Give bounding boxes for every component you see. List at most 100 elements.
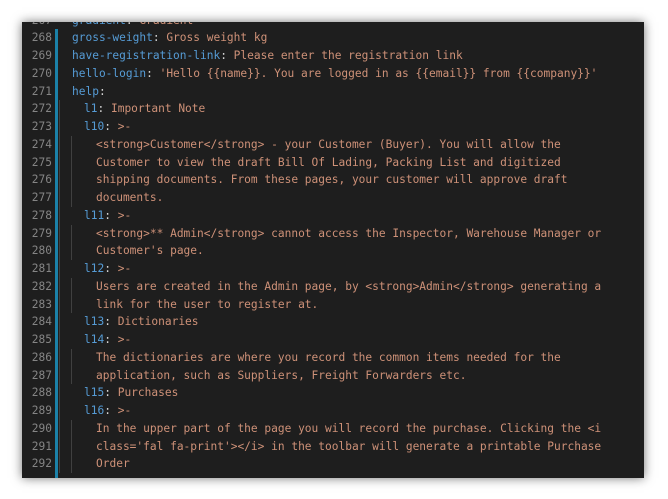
code-line[interactable]: 275 Customer to view the draft Bill Of La…	[22, 153, 644, 172]
yaml-value: >-	[117, 333, 132, 346]
code-line[interactable]: 280 Customer's page.	[22, 242, 644, 260]
line-number: 269	[31, 49, 52, 62]
line-number: 290	[31, 421, 52, 435]
code-text: l12: >-	[84, 260, 131, 278]
yaml-key: gross-weight	[72, 31, 153, 45]
yaml-key: l1	[84, 102, 98, 116]
line-number: 284	[31, 315, 52, 329]
indent-guide	[71, 189, 72, 207]
code-editor[interactable]: 267 gradient: Gradient 268 gross-weight: Gr…	[22, 22, 644, 478]
colon: :	[220, 49, 234, 62]
yaml-string: Users are created in the Admin page, by …	[96, 279, 602, 293]
code-text: The dictionaries are where you record th…	[96, 349, 561, 367]
code-line[interactable]: 284 l13: Dictionaries	[22, 313, 644, 331]
code-line[interactable]: 281 l12: >-	[22, 260, 644, 278]
yaml-value: >-	[117, 120, 132, 133]
indent-guide	[71, 295, 72, 314]
line-number: 273	[31, 120, 52, 133]
colon: :	[104, 262, 118, 275]
code-line[interactable]: 272 l1: Important Note	[22, 100, 644, 118]
yaml-key: l12	[84, 262, 105, 275]
yaml-key: l14	[84, 333, 105, 346]
code-line[interactable]: 288 l15: Purchases	[22, 384, 644, 402]
line-number: 286	[31, 350, 52, 364]
line-number: 276	[31, 173, 52, 187]
code-line[interactable]: 291 class='fal fa-print'></i> in the tool…	[22, 437, 644, 456]
code-text: l10: >-	[84, 118, 131, 136]
indent-guide	[71, 242, 72, 260]
indent-guide	[59, 313, 60, 331]
code-text: shipping documents. From these pages, yo…	[96, 171, 567, 189]
code-line[interactable]: 277 documents.	[22, 189, 644, 207]
indent-guide	[59, 189, 60, 207]
code-line[interactable]: 274 <strong>Customer</strong> - your Cust…	[22, 135, 644, 154]
yaml-string: Order	[96, 457, 130, 471]
code-line[interactable]: 278 l11: >-	[22, 206, 644, 225]
colon: :	[146, 66, 160, 80]
code-text: Customer to view the draft Bill Of Ladin…	[96, 154, 561, 172]
code-text: help:	[72, 83, 106, 101]
line-number: 285	[31, 333, 52, 346]
line-number: 280	[31, 244, 52, 258]
colon: :	[104, 120, 118, 133]
yaml-string: <strong>Customer</strong> - your Custome…	[96, 137, 561, 151]
code-text: class='fal fa-print'></i> in the toolbar…	[96, 438, 601, 456]
indent-guide	[59, 437, 60, 456]
code-text: l1: Important Note	[84, 100, 205, 118]
yaml-value: >-	[117, 404, 132, 417]
line-number: 282	[31, 279, 52, 293]
indent-guide	[59, 295, 60, 314]
code-line[interactable]: 289 l16: >-	[22, 402, 644, 420]
indent-guide	[59, 402, 60, 420]
code-line[interactable]: 273 l10: >-	[22, 118, 644, 136]
line-number: 278	[31, 208, 52, 222]
code-line[interactable]: 271 help:	[22, 83, 644, 101]
code-text: documents.	[96, 189, 163, 207]
indent-guide	[59, 260, 60, 278]
code-line[interactable]: 282 Users are created in the Admin page, …	[22, 277, 644, 296]
line-number: 277	[31, 191, 52, 204]
indent-guide	[59, 224, 60, 243]
colon: :	[152, 31, 167, 45]
indent-guide	[71, 153, 72, 172]
code-line[interactable]: 287 application, such as Suppliers, Freig…	[22, 366, 644, 385]
code-line[interactable]: 292 Order	[22, 455, 644, 473]
code-line[interactable]: 285 l14: >-	[22, 331, 644, 349]
code-line[interactable]: 283 link for the user to register at.	[22, 295, 644, 314]
indent-guide	[59, 384, 60, 402]
yaml-string: The dictionaries are where you record th…	[96, 350, 561, 364]
colon: :	[126, 22, 139, 27]
yaml-value: Purchases	[117, 386, 179, 400]
code-line[interactable]: 270 hello-login: 'Hello {{name}}. You are…	[22, 65, 644, 83]
code-text: hello-login: 'Hello {{name}}. You are lo…	[72, 65, 597, 83]
line-number: 279	[31, 226, 52, 240]
code-text: <strong>Customer</strong> - your Custome…	[96, 136, 561, 154]
code-line[interactable]: 290 In the upper part of the page you wil…	[22, 419, 644, 438]
code-text: In the upper part of the page you will r…	[96, 420, 601, 438]
code-line[interactable]: 276 shipping documents. From these pages,…	[22, 171, 644, 189]
indent-guide	[71, 366, 72, 385]
line-number: 291	[31, 439, 52, 453]
indent-guide	[71, 419, 72, 438]
yaml-key: gradient	[72, 22, 126, 27]
yaml-key: l10	[84, 120, 105, 133]
code-text: <strong>** Admin</strong> cannot access …	[96, 225, 601, 243]
code-line[interactable]: 286 The dictionaries are where you record…	[22, 348, 644, 367]
colon: :	[97, 102, 111, 116]
colon: :	[104, 404, 118, 417]
code-line[interactable]: 268 gross-weight: Gross weight kg	[22, 29, 644, 47]
colon: :	[104, 386, 118, 400]
yaml-value: Important Note	[110, 102, 206, 116]
code-line[interactable]: 279 <strong>** Admin</strong> cannot acce…	[22, 224, 644, 243]
indent-guide	[59, 135, 60, 154]
code-line[interactable]: 269 have-registration-link: Please enter …	[22, 47, 644, 65]
yaml-value: >-	[117, 262, 132, 275]
line-number: 275	[31, 155, 52, 169]
colon: :	[104, 333, 118, 346]
indent-guide	[59, 348, 60, 367]
code-line[interactable]: 267 gradient: Gradient	[22, 22, 644, 29]
line-number: 268	[31, 31, 52, 45]
yaml-string: class='fal fa-print'></i> in the toolbar…	[96, 439, 602, 453]
code-text: l13: Dictionaries	[84, 313, 199, 331]
indent-guide	[59, 331, 60, 349]
